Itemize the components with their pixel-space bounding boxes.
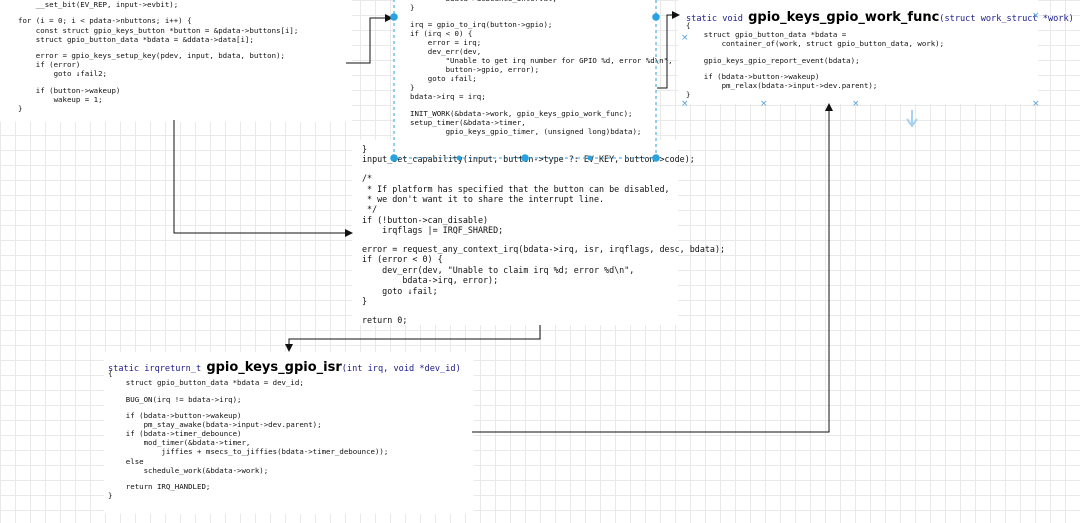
connection-point-icon[interactable]: × xyxy=(681,33,689,43)
connection-point-icon[interactable]: × xyxy=(852,99,860,109)
selection-handle-bottom-mid[interactable] xyxy=(521,154,529,162)
connector-arrow-to-request-irq xyxy=(173,120,353,237)
connection-point-icon[interactable]: × xyxy=(1032,11,1040,21)
connection-point-icon[interactable]: × xyxy=(681,99,689,109)
connector-arrow-to-work-func xyxy=(657,11,680,89)
connector-arrow-to-setup-key xyxy=(346,14,393,64)
selection-handle-top-right[interactable] xyxy=(652,13,660,21)
down-arrow-icon xyxy=(906,110,918,128)
selection-handle-bottom-mid-right[interactable] xyxy=(587,155,593,161)
selection-handle-bottom-mid-left[interactable] xyxy=(456,155,462,161)
selection-frame[interactable] xyxy=(393,0,657,159)
selection-handle-bottom-left[interactable] xyxy=(390,154,398,162)
connection-point-icon[interactable]: × xyxy=(1032,99,1040,109)
connector-overlay: × × × × × × xyxy=(173,0,1040,433)
connector-arrow-to-isr xyxy=(285,325,541,352)
connector-arrow-isr-to-work-func xyxy=(472,103,833,433)
connection-point-icon[interactable]: × xyxy=(760,99,768,109)
selection-handle-top-left[interactable] xyxy=(390,13,398,21)
selection-handle-bottom-right[interactable] xyxy=(652,154,660,162)
